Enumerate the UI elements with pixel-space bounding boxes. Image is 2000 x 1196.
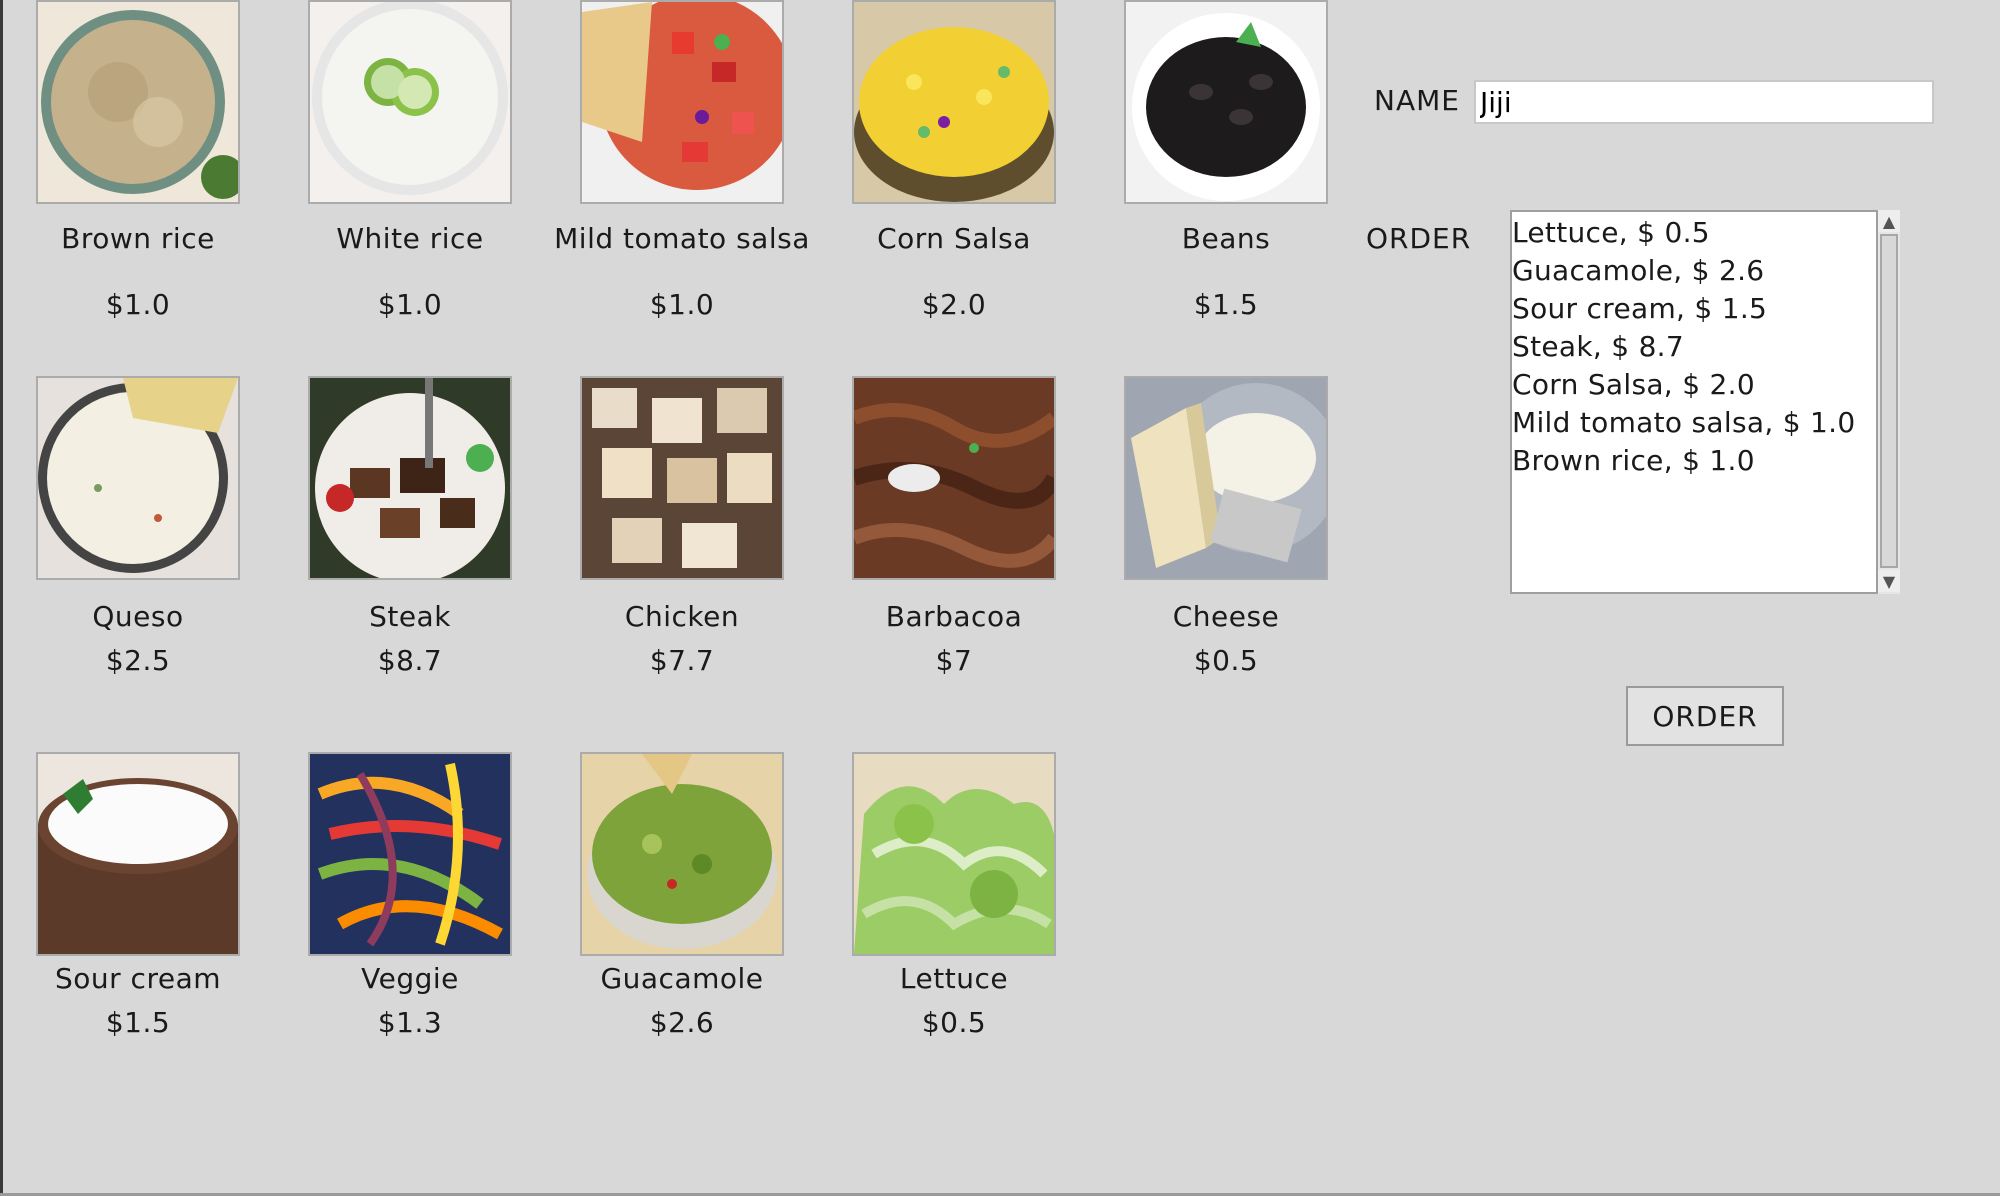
food-price: $1.5 (105, 1006, 171, 1039)
food-name: Barbacoa (885, 600, 1023, 633)
food-name: Corn Salsa (877, 222, 1031, 255)
order-list-item[interactable]: Mild tomato salsa, $ 1.0 (1512, 406, 1855, 439)
tomato-salsa-photo[interactable] (580, 0, 784, 204)
steak-photo[interactable] (308, 376, 512, 580)
food-name: Veggie (361, 962, 459, 995)
order-list[interactable]: Lettuce, $ 0.5 Guacamole, $ 2.6 Sour cre… (1510, 210, 1900, 594)
beans-photo[interactable] (1124, 0, 1328, 204)
chicken-photo[interactable] (580, 376, 784, 580)
food-price: $2.5 (105, 644, 171, 677)
cheese-photo[interactable] (1124, 376, 1328, 580)
food-name: Chicken (624, 600, 740, 633)
food-price: $1.0 (105, 288, 171, 321)
queso-photo[interactable] (36, 376, 240, 580)
food-name: Cheese (1172, 600, 1280, 633)
sour-cream-photo[interactable] (36, 752, 240, 956)
food-price: $1.5 (1193, 288, 1259, 321)
veggie-photo[interactable] (308, 752, 512, 956)
food-price: $0.5 (1193, 644, 1259, 677)
food-name: Queso (92, 600, 184, 633)
food-price: $0.5 (921, 1006, 987, 1039)
food-name: Beans (1181, 222, 1271, 255)
food-name: Sour cream (54, 962, 221, 995)
order-button[interactable]: ORDER (1626, 686, 1784, 746)
food-price: $1.0 (377, 288, 443, 321)
order-list-scrollbar[interactable]: ▲ ▼ (1876, 210, 1900, 594)
brown-rice-photo[interactable] (36, 0, 240, 204)
food-name: Lettuce (899, 962, 1009, 995)
lettuce-photo[interactable] (852, 752, 1056, 956)
food-name: Mild tomato salsa (554, 222, 810, 255)
order-list-item[interactable]: Guacamole, $ 2.6 (1512, 254, 1764, 287)
food-price: $8.7 (377, 644, 443, 677)
scroll-thumb[interactable] (1880, 234, 1898, 568)
food-price: $2.0 (921, 288, 987, 321)
name-input[interactable] (1474, 80, 1934, 124)
food-price: $7.7 (649, 644, 715, 677)
name-label: NAME (1374, 84, 1460, 117)
order-list-item[interactable]: Lettuce, $ 0.5 (1512, 216, 1710, 249)
scroll-down-arrow-icon[interactable]: ▼ (1878, 570, 1900, 592)
order-list-item[interactable]: Sour cream, $ 1.5 (1512, 292, 1767, 325)
corn-salsa-photo[interactable] (852, 0, 1056, 204)
scroll-up-arrow-icon[interactable]: ▲ (1878, 210, 1900, 232)
food-price: $1.3 (377, 1006, 443, 1039)
food-name: Brown rice (61, 222, 215, 255)
food-name: Guacamole (600, 962, 764, 995)
food-price: $2.6 (649, 1006, 715, 1039)
food-name: White rice (336, 222, 484, 255)
guacamole-photo[interactable] (580, 752, 784, 956)
food-name: Steak (369, 600, 451, 633)
food-price: $7 (935, 644, 973, 677)
order-list-item[interactable]: Steak, $ 8.7 (1512, 330, 1684, 363)
order-list-item[interactable]: Corn Salsa, $ 2.0 (1512, 368, 1755, 401)
white-rice-photo[interactable] (308, 0, 512, 204)
food-price: $1.0 (649, 288, 715, 321)
barbacoa-photo[interactable] (852, 376, 1056, 580)
order-list-item[interactable]: Brown rice, $ 1.0 (1512, 444, 1755, 477)
order-label: ORDER (1366, 222, 1472, 255)
